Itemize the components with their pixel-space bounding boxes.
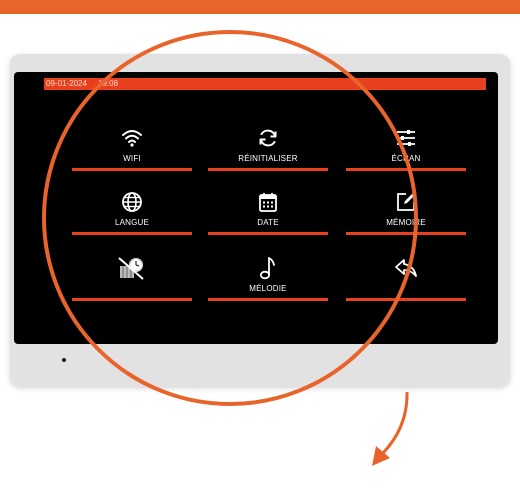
highlight-overlay: [42, 30, 418, 466]
pointer-arrow-line: [376, 391, 409, 460]
highlight-circle: [42, 30, 418, 406]
